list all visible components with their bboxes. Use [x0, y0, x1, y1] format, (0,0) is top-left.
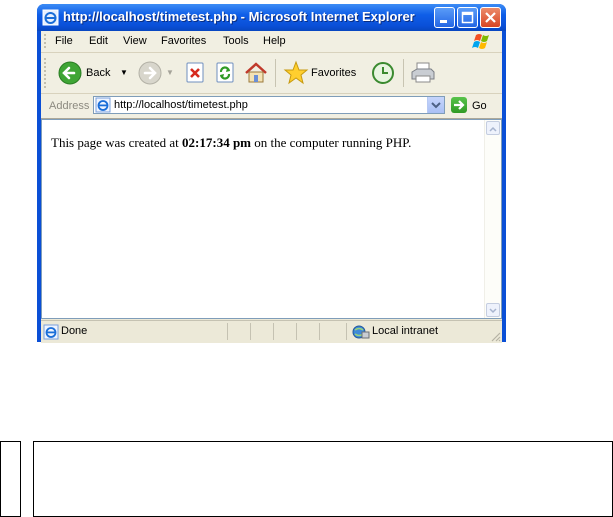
back-arrow-icon — [58, 61, 82, 85]
minimize-icon — [440, 20, 447, 23]
history-button[interactable] — [369, 59, 397, 87]
status-zone-pane — [346, 323, 347, 340]
close-button[interactable] — [480, 7, 501, 28]
address-label: Address — [49, 100, 90, 112]
ie-icon — [42, 9, 59, 26]
status-pane — [250, 323, 251, 340]
page-text-after: on the computer running PHP. — [251, 135, 412, 150]
address-bar: Address http://localhost/timetest.php Go — [41, 94, 502, 119]
menu-edit[interactable]: Edit — [89, 35, 108, 47]
address-input[interactable]: http://localhost/timetest.php — [93, 96, 445, 114]
favorites-star-icon — [283, 60, 309, 85]
window-title: http://localhost/timetest.php - Microsof… — [63, 9, 415, 24]
menu-view[interactable]: View — [123, 35, 147, 47]
home-icon — [245, 62, 267, 83]
history-icon — [372, 62, 394, 84]
resize-grip-icon[interactable] — [489, 330, 501, 342]
menu-grip[interactable] — [44, 34, 46, 49]
menu-tools[interactable]: Tools — [223, 35, 249, 47]
stop-button[interactable] — [183, 59, 209, 87]
page-text-before: This page was created at — [51, 135, 183, 150]
address-url: http://localhost/timetest.php — [114, 99, 248, 111]
status-pane — [273, 323, 274, 340]
right-frame-box — [33, 441, 613, 517]
page-done-icon — [43, 324, 59, 340]
menu-help[interactable]: Help — [263, 35, 286, 47]
go-button[interactable] — [451, 97, 467, 113]
refresh-icon — [216, 62, 234, 83]
zone-text: Local intranet — [372, 325, 439, 337]
favorites-label: Favorites — [311, 67, 357, 79]
toolbar-separator — [275, 59, 276, 87]
go-arrow-icon — [454, 100, 465, 110]
chevron-up-icon — [489, 126, 497, 132]
minimize-button[interactable] — [434, 7, 455, 28]
intranet-icon — [352, 325, 370, 339]
back-button[interactable]: Back ▼ — [53, 59, 129, 87]
status-pane — [296, 323, 297, 340]
ie-page-icon — [95, 97, 111, 113]
maximize-icon — [461, 11, 474, 24]
page-time: 02:17:34 pm — [182, 135, 251, 150]
chevron-down-icon — [489, 308, 497, 314]
stop-icon — [186, 62, 204, 83]
menu-bar: File Edit View Favorites Tools Help — [41, 31, 502, 53]
status-text: Done — [61, 325, 88, 337]
close-icon — [485, 12, 496, 23]
back-dropdown-arrow[interactable]: ▼ — [120, 68, 128, 77]
window-client: File Edit View Favorites Tools Help Back — [41, 31, 502, 343]
forward-dropdown-arrow[interactable]: ▼ — [166, 68, 174, 77]
browser-window: http://localhost/timetest.php - Microsof… — [37, 4, 506, 343]
toolbar-grip[interactable] — [44, 58, 46, 88]
forward-button[interactable]: ▼ — [135, 59, 177, 87]
menu-file[interactable]: File — [55, 35, 73, 47]
page-content: This page was created at 02:17:34 pm on … — [41, 119, 502, 319]
page-message: This page was created at 02:17:34 pm on … — [51, 135, 411, 151]
forward-arrow-icon — [138, 61, 162, 85]
favorites-button[interactable]: Favorites — [281, 59, 365, 87]
standard-toolbar: Back ▼ ▼ Favorites — [41, 53, 502, 94]
scroll-down-button[interactable] — [486, 303, 500, 317]
maximize-button[interactable] — [457, 7, 478, 28]
status-pane — [227, 323, 228, 340]
title-bar[interactable]: http://localhost/timetest.php - Microsof… — [37, 4, 506, 31]
address-dropdown[interactable] — [427, 97, 444, 113]
scroll-up-button[interactable] — [486, 121, 500, 135]
chevron-down-icon — [431, 102, 441, 109]
vertical-scrollbar[interactable] — [484, 120, 501, 318]
home-button[interactable] — [243, 59, 269, 87]
go-label[interactable]: Go — [472, 100, 487, 112]
menu-favorites[interactable]: Favorites — [161, 35, 206, 47]
windows-logo-icon — [472, 34, 489, 49]
back-label: Back — [86, 67, 111, 79]
print-icon — [411, 62, 435, 83]
toolbar-separator — [403, 59, 404, 87]
print-button[interactable] — [409, 59, 439, 87]
status-bar: Done Local intranet — [41, 320, 502, 343]
left-frame-box — [0, 441, 21, 517]
refresh-button[interactable] — [213, 59, 239, 87]
status-pane — [319, 323, 320, 340]
